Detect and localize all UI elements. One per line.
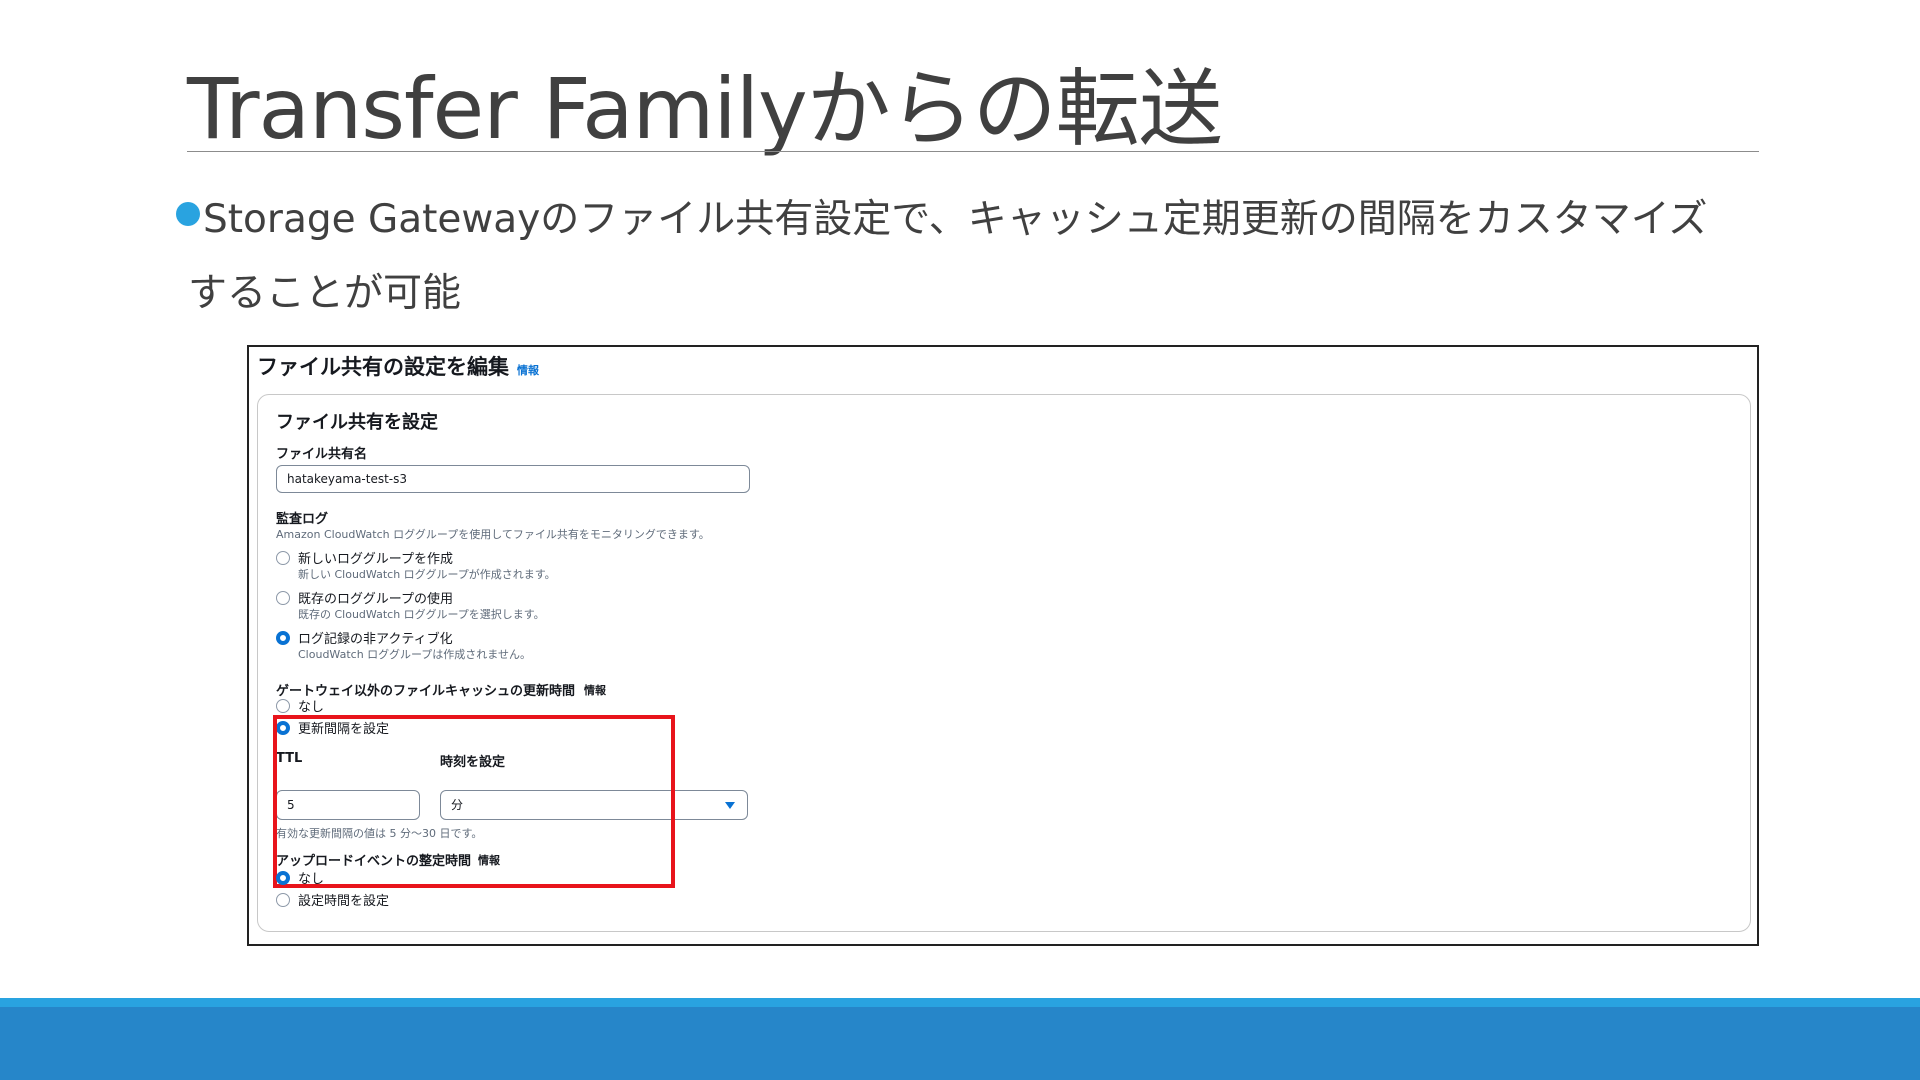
title-divider (187, 151, 1759, 152)
file-share-name-input[interactable]: hatakeyama-test-s3 (276, 465, 750, 493)
edit-file-share-title: ファイル共有の設定を編集 (257, 355, 509, 379)
caret-down-icon (725, 802, 735, 809)
footer-bar (0, 1007, 1920, 1080)
radio-upload-settle-none[interactable] (276, 871, 290, 885)
radio-new-log-group[interactable] (276, 551, 290, 565)
new-log-group-label: 新しいロググループを作成 (298, 552, 453, 567)
radio-upload-settle-custom[interactable] (276, 893, 290, 907)
file-share-settings-panel: ファイル共有を設定 ファイル共有名 hatakeyama-test-s3 監査ロ… (257, 394, 1751, 932)
existing-log-group-description: 既存の CloudWatch ロググループを選択します。 (298, 608, 545, 621)
audit-log-description: Amazon CloudWatch ロググループを使用してファイル共有をモニタリ… (276, 528, 710, 541)
audit-log-label: 監査ログ (276, 512, 329, 527)
radio-disable-logging[interactable] (276, 631, 290, 645)
upload-settle-label: アップロードイベントの整定時間 (276, 854, 472, 869)
section-title: ファイル共有を設定 (276, 412, 438, 433)
upload-settle-custom-label: 設定時間を設定 (298, 894, 390, 909)
file-share-name-label: ファイル共有名 (276, 447, 368, 462)
screenshot-header: ファイル共有の設定を編集 情報 (257, 351, 539, 381)
radio-existing-log-group[interactable] (276, 591, 290, 605)
console-screenshot: ファイル共有の設定を編集 情報 ファイル共有を設定 ファイル共有名 hatake… (247, 345, 1759, 946)
radio-cache-refresh-none[interactable] (276, 699, 290, 713)
bullet-text-line-2: することが可能 (188, 271, 462, 316)
bullet-icon (176, 202, 200, 226)
cache-refresh-none-label: なし (298, 700, 325, 715)
header-info-link[interactable]: 情報 (517, 362, 539, 378)
disable-logging-label: ログ記録の非アクティブ化 (298, 632, 453, 647)
upload-settle-none-label: なし (298, 872, 325, 887)
bullet-text-line-1: Storage Gatewayのファイル共有設定で、キャッシュ定期更新の間隔をカ… (203, 197, 1708, 242)
slide-title: Transfer Familyからの転送 (187, 60, 1223, 158)
footer-stripe (0, 998, 1920, 1007)
cache-refresh-info-link[interactable]: 情報 (584, 682, 606, 698)
disable-logging-description: CloudWatch ロググループは作成されません。 (298, 648, 531, 661)
upload-settle-info-link[interactable]: 情報 (478, 852, 500, 868)
new-log-group-description: 新しい CloudWatch ロググループが作成されます。 (298, 568, 556, 581)
existing-log-group-label: 既存のロググループの使用 (298, 592, 453, 607)
